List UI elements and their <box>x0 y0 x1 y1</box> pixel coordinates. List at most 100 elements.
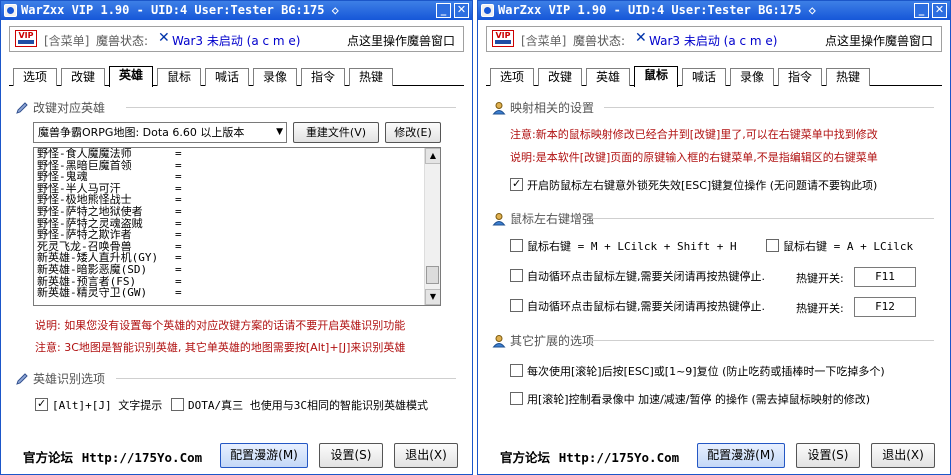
hotkey-label: 热键开关: <box>796 272 844 285</box>
pen-icon <box>16 373 28 385</box>
user-icon <box>492 335 506 348</box>
map-select[interactable]: 魔兽争霸ORPG地图: Dota 6.60 以上版本 ▼ <box>33 122 287 143</box>
status-x-icon: ✕ <box>635 30 647 46</box>
tab-options[interactable]: 选项 <box>490 68 534 86</box>
minimize-icon[interactable]: _ <box>914 3 929 18</box>
hotkey-label: 热键开关: <box>796 302 844 315</box>
checkbox-unchecked[interactable] <box>510 239 523 252</box>
hero-list[interactable]: 野怪-食人魔魔法师 = 野怪-黑暗巨魔首领 = 野怪-鬼魂 = 野怪-半人马可汗 = 野… <box>33 147 441 306</box>
status-menu-toggle[interactable]: [含菜单] <box>44 32 89 49</box>
status-bar: VIP [含菜单] 魔兽状态: ✕ War3 未启动 (a c m e) 点这里… <box>486 26 942 52</box>
wheel-replay-checkbox[interactable]: 用[滚轮]控制看录像中 加速/减速/暂停 的操作 (需去掉鼠标映射的修改) <box>510 392 870 407</box>
config-roam-button[interactable]: 配置漫游(M) <box>220 443 308 468</box>
forum-url[interactable]: Http://175Yo.Com <box>559 450 679 465</box>
wheel-reset-checkbox[interactable]: 每次使用[滚轮]后按[ESC]或[1~9]复位 (防止吃药或插棒时一下吃掉多个) <box>510 364 885 379</box>
tab-hotkey[interactable]: 热键 <box>349 68 393 86</box>
close-icon[interactable]: ✕ <box>932 3 947 18</box>
checkbox-label: 每次使用[滚轮]后按[ESC]或[1~9]复位 (防止吃药或插棒时一下吃掉多个) <box>527 365 885 378</box>
tab-hero[interactable]: 英雄 <box>109 66 153 87</box>
rebuild-file-button[interactable]: 重建文件(V) <box>293 122 379 143</box>
forum-link[interactable]: 官方论坛 Http://175Yo.Com <box>23 447 202 466</box>
right-click-m-checkbox[interactable]: 鼠标右键 = M + LCilck + Shift + H <box>510 239 737 254</box>
operate-war3-window-link[interactable]: 点这里操作魔兽窗口 <box>825 32 933 49</box>
user-icon <box>492 213 506 226</box>
checkbox-label: DOTA/真三 也使用与3C相同的智能识别英雄模式 <box>188 399 428 412</box>
tab-options[interactable]: 选项 <box>13 68 57 86</box>
tab-hotkey[interactable]: 热键 <box>826 68 870 86</box>
window-title: WarZxx VIP 1.90 - UID:4 User:Tester BG:1… <box>498 3 816 17</box>
status-label: 魔兽状态: <box>96 34 149 48</box>
dota-smart-detect-checkbox[interactable]: DOTA/真三 也使用与3C相同的智能识别英雄模式 <box>171 398 428 413</box>
checkbox-unchecked[interactable] <box>510 299 523 312</box>
title-bar[interactable]: WarZxx VIP 1.90 - UID:4 User:Tester BG:1… <box>478 1 950 20</box>
hero-key: = <box>175 228 182 242</box>
chevron-down-icon: ▼ <box>276 127 283 137</box>
scroll-down-icon[interactable]: ▼ <box>425 289 440 305</box>
section-extensions: 其它扩展的选项 <box>492 332 594 349</box>
left-window: WarZxx VIP 1.90 - UID:4 User:Tester BG:1… <box>0 0 473 475</box>
settings-button[interactable]: 设置(S) <box>796 443 860 468</box>
checkbox-label: 鼠标右键 = M + LCilck + Shift + H <box>527 240 737 253</box>
forum-url[interactable]: Http://175Yo.Com <box>82 450 202 465</box>
hotkey-field-f12[interactable]: F12 <box>854 297 916 317</box>
hero-name: 新英雄-精灵守卫(GW) <box>37 286 148 300</box>
checkbox-unchecked[interactable] <box>510 364 523 377</box>
list-item[interactable]: 野怪-黑暗巨魔首领 = <box>37 159 422 172</box>
tab-keymap[interactable]: 改键 <box>61 68 105 86</box>
status-bar: VIP [含菜单] 魔兽状态: ✕ War3 未启动 (a c m e) 点这里… <box>9 26 464 52</box>
divider <box>126 107 456 108</box>
checkbox-unchecked[interactable] <box>510 269 523 282</box>
title-bar[interactable]: WarZxx VIP 1.90 - UID:4 User:Tester BG:1… <box>1 1 472 20</box>
scroll-thumb[interactable] <box>426 266 439 284</box>
hero-note: 说明: 如果您没有设置每个英雄的对应改键方案的话请不要开启英雄识别功能 <box>35 319 406 332</box>
operate-war3-window-link[interactable]: 点这里操作魔兽窗口 <box>347 32 455 49</box>
checkbox-unchecked[interactable] <box>766 239 779 252</box>
checkbox-label: 自动循环点击鼠标左键,需要关闭请再按热键停止. <box>527 270 765 283</box>
tab-shout[interactable]: 喊话 <box>682 68 726 86</box>
tab-replay[interactable]: 录像 <box>253 68 297 86</box>
settings-button[interactable]: 设置(S) <box>319 443 383 468</box>
hotkey-field-f11[interactable]: F11 <box>854 267 916 287</box>
tab-shout[interactable]: 喊话 <box>205 68 249 86</box>
esc-reset-checkbox[interactable]: 开启防鼠标左右键意外锁死失效[ESC]键复位操作 (无问题请不要钩此项) <box>510 177 878 193</box>
auto-right-click-checkbox[interactable]: 自动循环点击鼠标右键,需要关闭请再按热键停止. <box>510 299 765 314</box>
config-roam-button[interactable]: 配置漫游(M) <box>697 443 785 468</box>
forum-link[interactable]: 官方论坛 Http://175Yo.Com <box>500 447 679 466</box>
altj-hint-checkbox[interactable]: [Alt]+[J] 文字提示 <box>35 397 162 413</box>
exit-button[interactable]: 退出(X) <box>394 443 458 468</box>
scroll-up-icon[interactable]: ▲ <box>425 148 440 164</box>
modify-button[interactable]: 修改(E) <box>385 122 441 143</box>
exit-button[interactable]: 退出(X) <box>871 443 935 468</box>
tab-bar: 选项 改键 英雄 鼠标 喊话 录像 指令 热键 <box>486 66 942 87</box>
tab-mouse[interactable]: 鼠标 <box>157 68 201 86</box>
list-scrollbar[interactable]: ▲ ▼ <box>424 148 440 305</box>
window-title: WarZxx VIP 1.90 - UID:4 User:Tester BG:1… <box>21 3 339 17</box>
war3-status: War3 未启动 (a c m e) <box>172 34 301 48</box>
tab-keymap[interactable]: 改键 <box>538 68 582 86</box>
tab-hero[interactable]: 英雄 <box>586 68 630 86</box>
mapping-explain: 说明:是本软件[改键]页面的原键输入框的右键菜单,不是指编辑区的右键菜单 <box>510 151 878 164</box>
tab-mouse[interactable]: 鼠标 <box>634 66 678 87</box>
minimize-icon[interactable]: _ <box>436 3 451 18</box>
checkbox-unchecked[interactable] <box>510 392 523 405</box>
footer: 官方论坛 Http://175Yo.Com 配置漫游(M) 设置(S) 退出(X… <box>478 434 950 474</box>
status-x-icon: ✕ <box>158 30 170 46</box>
tab-replay[interactable]: 录像 <box>730 68 774 86</box>
list-item[interactable]: 新英雄-精灵守卫(GW) = <box>37 287 422 299</box>
checkbox-checked[interactable] <box>510 177 523 191</box>
checkbox-checked[interactable] <box>35 397 48 411</box>
user-icon <box>492 102 506 115</box>
close-icon[interactable]: ✕ <box>454 3 469 18</box>
war3-status: War3 未启动 (a c m e) <box>649 34 778 48</box>
tab-command[interactable]: 指令 <box>301 68 345 86</box>
divider <box>116 378 456 379</box>
vip-badge: VIP <box>15 30 37 47</box>
hero-rows: 野怪-食人魔魔法师 = 野怪-黑暗巨魔首领 = 野怪-鬼魂 = 野怪-半人马可汗 = 野… <box>37 148 422 299</box>
status-menu-toggle[interactable]: [含菜单] <box>521 32 566 49</box>
auto-left-click-checkbox[interactable]: 自动循环点击鼠标左键,需要关闭请再按热键停止. <box>510 269 765 284</box>
right-click-a-checkbox[interactable]: 鼠标右键 = A + LCilck <box>766 239 913 254</box>
checkbox-unchecked[interactable] <box>171 398 184 411</box>
tab-command[interactable]: 指令 <box>778 68 822 86</box>
section-mapping: 映射相关的设置 <box>492 99 594 116</box>
checkbox-label: 开启防鼠标左右键意外锁死失效[ESC]键复位操作 (无问题请不要钩此项) <box>527 179 878 192</box>
